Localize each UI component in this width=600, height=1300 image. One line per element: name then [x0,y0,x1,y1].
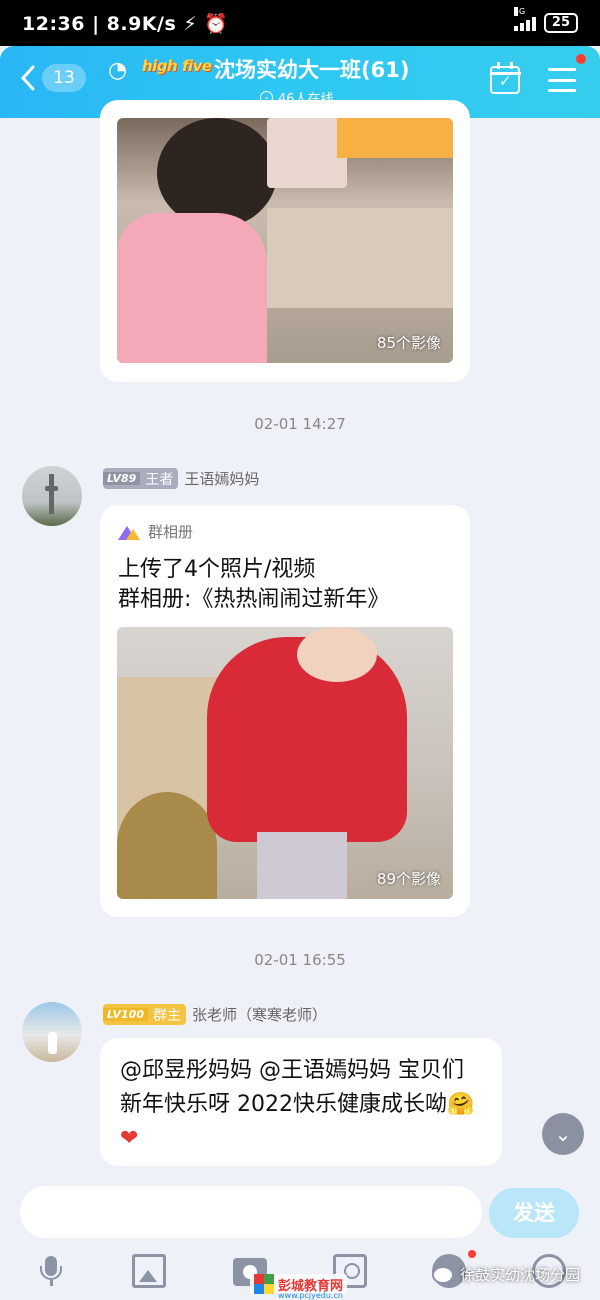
status-bar: 12:36 | 8.9K/s ⚡ ⏰ 4G 25 [0,0,600,46]
back-button[interactable]: 13 [20,64,86,92]
site-logo-icon [254,1274,274,1294]
send-button[interactable]: 发送 [489,1188,579,1238]
avatar[interactable] [22,466,82,526]
site-watermark: 彭城教育网 www.pcjyedu.cn [250,1274,348,1300]
album-header: 群相册 [118,521,193,542]
sender-name[interactable]: 张老师（寒寒老师） [192,1004,327,1025]
image-icon[interactable] [132,1254,166,1288]
notification-dot [468,1250,476,1258]
signal-icon: 4G [513,7,536,31]
album-card[interactable]: 85个影像 [100,100,470,382]
unread-count-badge: 13 [42,64,86,92]
menu-icon[interactable] [548,68,576,92]
message-bubble[interactable]: @邱昱彤妈妈 @王语嫣妈妈 宝贝们新年快乐呀 2022快乐健康成长呦🤗❤ [100,1038,502,1166]
battery-icon: 25 [543,13,578,33]
timestamp: 02-01 16:55 [254,951,346,969]
level-badge: LV89 王者 [103,468,179,489]
mountain-icon [118,524,140,540]
sender-row: LV100 群主 张老师（寒寒老师） [103,1004,327,1025]
album-description: 上传了4个照片/视频 群相册:《热热闹闹过新年》 [118,557,390,612]
status-indicators: 4G 25 [513,7,578,33]
status-time: 12:36 | 8.9K/s ⚡ ⏰ [22,12,229,35]
wechat-icon [432,1265,454,1284]
scroll-down-button[interactable]: ⌄ [542,1113,584,1155]
message-text: @邱昱彤妈妈 @王语嫣妈妈 宝贝们新年快乐呀 2022快乐健康成长呦 [120,1058,464,1117]
group-title[interactable]: 沈场实幼大一班(61) [214,54,409,84]
sender-row: LV89 王者 王语嫣妈妈 [103,468,259,489]
high-five-logo: high five [142,57,212,75]
notification-dot [576,54,586,64]
message-input[interactable] [20,1186,482,1238]
wechat-watermark: 徐鼓实幼沈场分园 [432,1264,580,1285]
sender-name[interactable]: 王语嫣妈妈 [184,468,259,489]
level-badge: LV100 群主 [103,1004,186,1025]
chevron-left-icon [20,65,35,91]
photo-count: 85个影像 [376,334,441,352]
photo-count: 89个影像 [376,870,441,888]
avatar[interactable] [22,1002,82,1062]
calendar-check-icon[interactable] [489,62,521,94]
timestamp: 02-01 14:27 [254,415,346,433]
album-photo[interactable]: 85个影像 [117,118,453,363]
microphone-icon[interactable] [34,1254,68,1288]
ear-icon[interactable]: ◔ [108,58,127,83]
album-photo[interactable]: 89个影像 [117,627,453,899]
album-card[interactable]: 群相册 上传了4个照片/视频 群相册:《热热闹闹过新年》 89个影像 [100,505,470,917]
